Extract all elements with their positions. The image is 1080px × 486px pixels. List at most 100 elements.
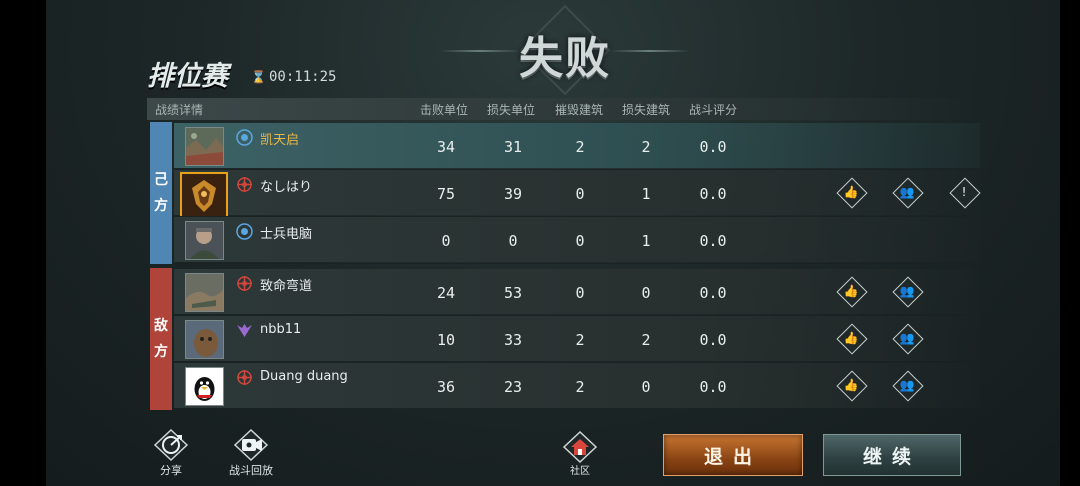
- continue-button[interactable]: 继续: [823, 434, 961, 476]
- thumbs-up-icon: 👍: [843, 331, 859, 345]
- red-rank-icon: [237, 177, 252, 192]
- player-row[interactable]: nbb11 10 33 2 2 0.0 👍 👥: [174, 316, 980, 363]
- lost-units-value: 0: [508, 232, 518, 250]
- thumbs-up-icon: 👍: [843, 284, 859, 298]
- result-title: 失败: [519, 33, 611, 84]
- add-friend-button[interactable]: 👥: [892, 276, 924, 308]
- score-value: 0.0: [699, 378, 727, 396]
- destroyed-buildings-value: 0: [575, 284, 585, 302]
- title-deco-left: [440, 50, 520, 52]
- hourglass-icon: ⌛: [251, 70, 266, 84]
- add-friend-icon: 👥: [899, 378, 915, 392]
- match-timer: 00:11:25: [269, 69, 337, 85]
- title-deco-right: [610, 50, 690, 52]
- add-friend-button[interactable]: 👥: [892, 370, 924, 402]
- share-button[interactable]: 分享: [148, 428, 194, 478]
- add-friend-icon: 👥: [899, 331, 915, 345]
- like-button[interactable]: 👍: [836, 177, 868, 209]
- report-button[interactable]: !: [949, 177, 981, 209]
- player-row[interactable]: なしはり 75 39 0 1 0.0 👍 👥 !: [174, 170, 981, 218]
- left-black-bar: [0, 0, 46, 486]
- col-kills: 击败单位: [420, 103, 469, 117]
- player-name: Duang duang: [260, 369, 348, 384]
- player-avatar[interactable]: [185, 273, 224, 312]
- player-avatar[interactable]: [185, 221, 224, 260]
- player-row[interactable]: Duang duang 36 23 2 0 0.0 👍 👥: [174, 363, 980, 408]
- red-rank-icon: [237, 276, 252, 291]
- share-icon: [153, 428, 189, 462]
- add-friend-icon: 👥: [899, 284, 915, 298]
- player-name: 士兵电脑: [260, 227, 313, 242]
- player-name: なしはり: [260, 180, 313, 195]
- thumbs-up-icon: 👍: [843, 378, 859, 392]
- kills-value: 0: [441, 232, 451, 250]
- destroyed-buildings-value: 2: [575, 331, 585, 349]
- kills-value: 36: [436, 378, 456, 396]
- player-row[interactable]: 士兵电脑 0 0 0 1 0.0: [174, 217, 980, 264]
- row-divider: [174, 263, 980, 264]
- add-friend-icon: 👥: [899, 185, 915, 199]
- player-avatar[interactable]: [185, 367, 224, 406]
- player-avatar[interactable]: [180, 172, 228, 218]
- enemy-char-1: 敌: [154, 318, 168, 334]
- replay-button[interactable]: 战斗回放: [222, 428, 280, 478]
- lost-units-value: 23: [503, 378, 523, 396]
- lost-buildings-value: 1: [641, 185, 651, 203]
- thumbs-up-icon: 👍: [843, 185, 859, 199]
- score-value: 0.0: [699, 185, 727, 203]
- score-value: 0.0: [699, 284, 727, 302]
- ally-char-2: 方: [154, 198, 168, 214]
- ally-char-1: 己: [154, 172, 168, 188]
- lost-buildings-value: 2: [641, 138, 651, 156]
- like-button[interactable]: 👍: [836, 276, 868, 308]
- community-button[interactable]: 社区: [558, 430, 602, 477]
- score-value: 0.0: [699, 232, 727, 250]
- player-name: 凯天启: [260, 133, 300, 148]
- player-row[interactable]: 凯天启 34 31 2 2 0.0: [174, 123, 980, 170]
- add-friend-button[interactable]: 👥: [892, 323, 924, 355]
- mode-title: 排位赛: [147, 61, 228, 92]
- purple-rank-icon: [237, 324, 252, 337]
- kills-value: 75: [436, 185, 456, 203]
- lost-buildings-value: 0: [641, 378, 651, 396]
- table-header: 战绩详情 击败单位 损失单位 摧毁建筑 损失建筑 战斗评分: [147, 98, 977, 120]
- player-row[interactable]: 致命弯道 24 53 0 0 0.0 👍 👥: [174, 269, 980, 316]
- warning-icon: !: [961, 185, 967, 199]
- col-lost-buildings: 损失建筑: [622, 103, 671, 117]
- lost-buildings-value: 0: [641, 284, 651, 302]
- lost-units-value: 53: [503, 284, 523, 302]
- kills-value: 34: [436, 138, 456, 156]
- blue-rank-icon: [236, 129, 253, 146]
- share-label: 分享: [160, 464, 182, 477]
- player-name: nbb11: [260, 322, 302, 337]
- lost-units-value: 33: [503, 331, 523, 349]
- player-avatar[interactable]: [185, 127, 224, 166]
- col-score: 战斗评分: [689, 103, 738, 117]
- section-label: 战绩详情: [155, 103, 204, 117]
- score-value: 0.0: [699, 138, 727, 156]
- col-destroyed-buildings: 摧毁建筑: [555, 103, 604, 117]
- ally-side-label: 己 方: [150, 122, 172, 264]
- lost-buildings-value: 1: [641, 232, 651, 250]
- player-name: 致命弯道: [260, 279, 313, 294]
- player-avatar[interactable]: [185, 320, 224, 359]
- enemy-side-label: 敌 方: [150, 268, 172, 410]
- lost-units-value: 31: [503, 138, 523, 156]
- red-rank-icon: [237, 370, 252, 385]
- right-black-bar: [1060, 0, 1080, 486]
- lost-units-value: 39: [503, 185, 523, 203]
- enemy-char-2: 方: [154, 344, 168, 360]
- blue-rank-icon: [236, 223, 253, 240]
- add-friend-button[interactable]: 👥: [892, 177, 924, 209]
- col-lost-units: 损失单位: [487, 103, 536, 117]
- kills-value: 10: [436, 331, 456, 349]
- like-button[interactable]: 👍: [836, 370, 868, 402]
- kills-value: 24: [436, 284, 456, 302]
- destroyed-buildings-value: 0: [575, 232, 585, 250]
- home-icon: [562, 430, 598, 464]
- video-camera-icon: [233, 428, 269, 462]
- community-label: 社区: [570, 466, 590, 477]
- like-button[interactable]: 👍: [836, 323, 868, 355]
- replay-label: 战斗回放: [229, 464, 273, 477]
- exit-button[interactable]: 退出: [663, 434, 803, 476]
